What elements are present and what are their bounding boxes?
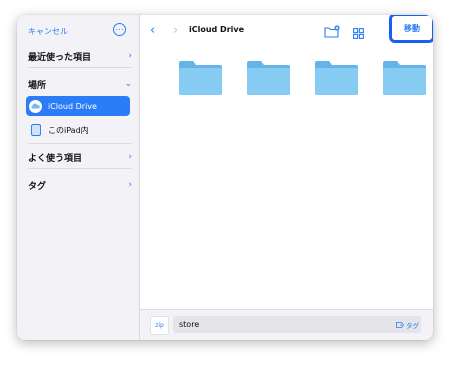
- zip-file-icon: zip: [150, 316, 169, 335]
- sidebar-item-label: iCloud Drive: [48, 101, 97, 111]
- sidebar-recents-label: 最近使った項目: [28, 52, 92, 63]
- forward-chevron-icon[interactable]: ›: [173, 24, 178, 37]
- sidebar-item-label: このiPad内: [48, 125, 89, 135]
- folder-icon[interactable]: [247, 61, 290, 95]
- folder-icon[interactable]: [315, 61, 358, 95]
- move-button[interactable]: 移動: [389, 15, 433, 43]
- grid-view-icon[interactable]: [353, 24, 364, 43]
- new-folder-icon[interactable]: [324, 23, 340, 42]
- sidebar-item-icloud-drive[interactable]: iCloud Drive: [26, 96, 130, 116]
- back-chevron-icon[interactable]: ‹: [150, 24, 155, 37]
- tag-icon: [396, 322, 404, 328]
- filename-field[interactable]: [173, 316, 421, 333]
- page-title: iCloud Drive: [189, 25, 245, 34]
- tag-button[interactable]: タグ: [396, 320, 419, 330]
- sidebar-section-recents[interactable]: 最近使った項目 ›: [28, 47, 132, 65]
- sidebar-section-locations[interactable]: 場所 ⌄: [28, 75, 132, 93]
- sidebar-tags-label: タグ: [28, 181, 47, 192]
- browser-content: ‹ › iCloud Drive 移動: [140, 15, 433, 340]
- chevron-down-icon: ⌄: [124, 79, 132, 89]
- chevron-right-icon: ›: [128, 51, 132, 61]
- divider: [28, 143, 132, 144]
- filename-bar: zip タグ: [140, 309, 433, 340]
- sidebar-locations-label: 場所: [28, 80, 47, 91]
- cancel-button[interactable]: キャンセル: [28, 26, 68, 37]
- sidebar-section-favorites[interactable]: よく使う項目 ›: [28, 148, 132, 166]
- sidebar-item-on-my-ipad[interactable]: このiPad内: [26, 120, 130, 140]
- ellipsis-circle-icon[interactable]: ⋯: [113, 23, 126, 36]
- sidebar-favorites-label: よく使う項目: [28, 153, 83, 164]
- chevron-right-icon: ›: [128, 152, 132, 162]
- divider: [28, 67, 132, 68]
- chevron-right-icon: ›: [128, 180, 132, 190]
- sidebar-section-tags[interactable]: タグ ›: [28, 176, 132, 194]
- folder-icon[interactable]: [383, 61, 426, 95]
- sidebar: キャンセル ⋯ 最近使った項目 › 場所 ⌄ iCloud Drive このiP…: [17, 15, 140, 340]
- icloud-icon: [29, 99, 42, 113]
- folder-icon[interactable]: [179, 61, 222, 95]
- files-move-dialog: キャンセル ⋯ 最近使った項目 › 場所 ⌄ iCloud Drive このiP…: [17, 15, 433, 340]
- divider: [28, 168, 132, 169]
- ipad-icon: [29, 124, 42, 137]
- tag-label: タグ: [406, 322, 419, 330]
